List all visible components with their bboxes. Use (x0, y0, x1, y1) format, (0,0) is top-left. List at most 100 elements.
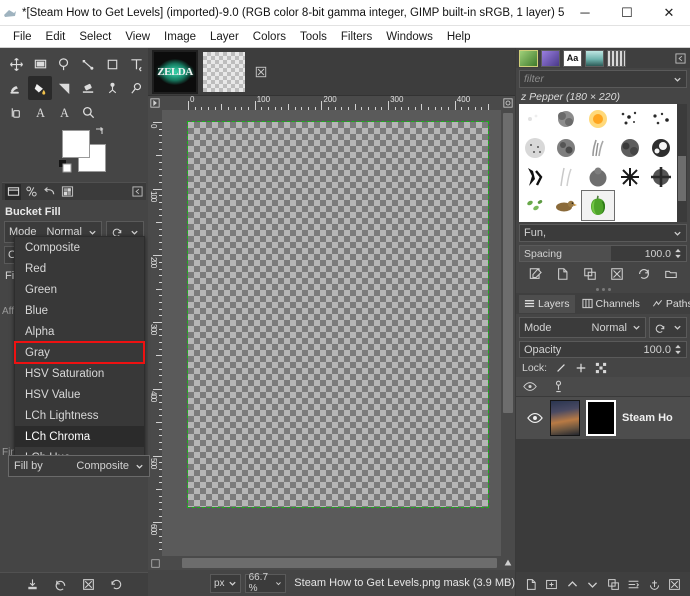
brush-item[interactable] (551, 162, 583, 191)
dock-menu-icon[interactable] (131, 186, 143, 198)
eraser-tool[interactable] (76, 76, 100, 100)
brush-item[interactable] (551, 133, 583, 162)
brush-scroll-thumb[interactable] (678, 156, 686, 201)
bucket-fill-tool[interactable] (28, 76, 52, 100)
foreground-color-swatch[interactable] (62, 130, 90, 158)
brush-item[interactable] (519, 133, 551, 162)
horizontal-ruler[interactable]: 0100200300400 (162, 96, 501, 110)
close-button[interactable]: ✕ (648, 0, 690, 26)
align-tool[interactable] (28, 52, 52, 76)
edit-brush-icon[interactable] (529, 267, 543, 281)
pencil-tool[interactable] (52, 76, 76, 100)
dropdown-item-alpha[interactable]: Alpha (15, 321, 144, 342)
reset-colors-icon[interactable] (59, 160, 73, 174)
lock-pixels-icon[interactable] (555, 362, 567, 374)
vertical-ruler[interactable]: 0100200300400500600 (148, 110, 162, 556)
layer-opacity-slider[interactable]: Opacity 100.0 (519, 341, 687, 358)
brush-item[interactable] (645, 162, 677, 191)
transform-tool[interactable] (124, 52, 148, 76)
brush-item[interactable] (519, 104, 551, 133)
vertical-scrollbar[interactable] (501, 110, 515, 556)
raise-layer-icon[interactable] (566, 578, 579, 591)
brush-tag-combo[interactable]: Fun, (519, 224, 687, 242)
save-tool-preset-icon[interactable] (26, 578, 39, 591)
layer-visibility-toggle[interactable] (520, 412, 550, 424)
menu-file[interactable]: File (6, 29, 39, 45)
image-tab-menu-icon[interactable] (250, 61, 272, 83)
menu-tools[interactable]: Tools (293, 29, 334, 45)
tab-channels[interactable]: Channels (577, 295, 645, 313)
new-layer-group-icon[interactable] (545, 578, 558, 591)
brush-item[interactable] (582, 104, 614, 133)
menu-layer[interactable]: Layer (203, 29, 246, 45)
menu-help[interactable]: Help (440, 29, 478, 45)
duplicate-layer-icon[interactable] (607, 578, 620, 591)
measure-tool[interactable] (4, 100, 28, 124)
dropdown-item-green[interactable]: Green (15, 279, 144, 300)
menu-colors[interactable]: Colors (246, 29, 293, 45)
undo-history-tab-icon[interactable] (41, 184, 57, 200)
dropdown-item-blue[interactable]: Blue (15, 300, 144, 321)
free-select-tool[interactable] (52, 52, 76, 76)
dropdown-item-lch-lightness[interactable]: LCh Lightness (15, 405, 144, 426)
tool-options-tab-icon[interactable] (5, 184, 21, 200)
layer-name[interactable]: Steam Ho (622, 412, 673, 424)
menu-windows[interactable]: Windows (379, 29, 440, 45)
layer-mode-dropdown[interactable]: Mode Normal (519, 317, 646, 338)
delete-layer-icon[interactable] (668, 578, 681, 591)
brush-item[interactable] (551, 104, 583, 133)
layer-list[interactable]: Steam Ho (516, 397, 690, 572)
dropdown-item-hsv-value[interactable]: HSV Value (15, 384, 144, 405)
fill-by-dropdown-list[interactable]: Composite Red Green Blue Alpha Gray HSV … (14, 236, 145, 469)
brush-grid[interactable] (519, 104, 677, 222)
menu-image[interactable]: Image (157, 29, 203, 45)
swap-colors-icon[interactable] (94, 126, 106, 138)
zoom-image-button[interactable] (501, 96, 515, 110)
dropdown-item-composite[interactable]: Composite (15, 237, 144, 258)
delete-tool-preset-icon[interactable] (82, 578, 95, 591)
zelda-image-tab[interactable]: ZELDA (152, 50, 198, 94)
minimize-button[interactable]: ─ (564, 0, 606, 26)
patterns-tab[interactable] (585, 50, 604, 67)
lock-position-icon[interactable] (575, 362, 587, 374)
brush-item[interactable] (645, 104, 677, 133)
delete-brush-icon[interactable] (610, 267, 624, 281)
horizontal-scrollbar[interactable] (162, 556, 501, 570)
restore-tool-preset-icon[interactable] (54, 578, 67, 591)
dock-separator[interactable] (516, 286, 690, 293)
transparent-image-tab[interactable] (201, 50, 247, 94)
image-canvas-transparent[interactable] (188, 122, 488, 507)
brush-item[interactable] (519, 191, 551, 220)
layer-thumbnail[interactable] (550, 400, 580, 436)
zoom-tool[interactable] (76, 100, 100, 124)
clone-tool[interactable] (100, 76, 124, 100)
brush-item[interactable] (614, 191, 646, 220)
device-status-tab-icon[interactable] (23, 184, 39, 200)
gradients-tab[interactable] (541, 50, 560, 67)
images-tab-icon[interactable] (59, 184, 75, 200)
anchor-layer-icon[interactable] (648, 578, 661, 591)
dropdown-item-gray[interactable]: Gray (15, 342, 144, 363)
brush-item[interactable] (551, 191, 583, 220)
brush-item[interactable] (582, 162, 614, 191)
menu-select[interactable]: Select (72, 29, 118, 45)
layer-mode-switch-group[interactable] (649, 317, 687, 338)
zoom-selector[interactable]: 66.7 % (245, 574, 287, 593)
refresh-brushes-icon[interactable] (637, 267, 651, 281)
canvas-viewport[interactable] (162, 110, 501, 556)
maximize-button[interactable]: ☐ (606, 0, 648, 26)
menu-filters[interactable]: Filters (334, 29, 379, 45)
palettes-tab[interactable] (607, 50, 626, 67)
paths-tool[interactable] (76, 52, 100, 76)
ruler-origin-button[interactable] (148, 96, 162, 110)
brush-item[interactable] (645, 191, 677, 220)
dropdown-item-red[interactable]: Red (15, 258, 144, 279)
open-brush-folder-icon[interactable] (664, 267, 678, 281)
tab-layers[interactable]: Layers (519, 295, 575, 313)
navigation-preview-button[interactable] (501, 556, 515, 570)
brush-item[interactable] (645, 133, 677, 162)
brush-spacing-slider[interactable]: Spacing 100.0 (519, 245, 687, 262)
move-tool[interactable] (4, 52, 28, 76)
new-layer-icon[interactable] (525, 578, 538, 591)
fonts-tab[interactable]: Aa (563, 50, 582, 67)
